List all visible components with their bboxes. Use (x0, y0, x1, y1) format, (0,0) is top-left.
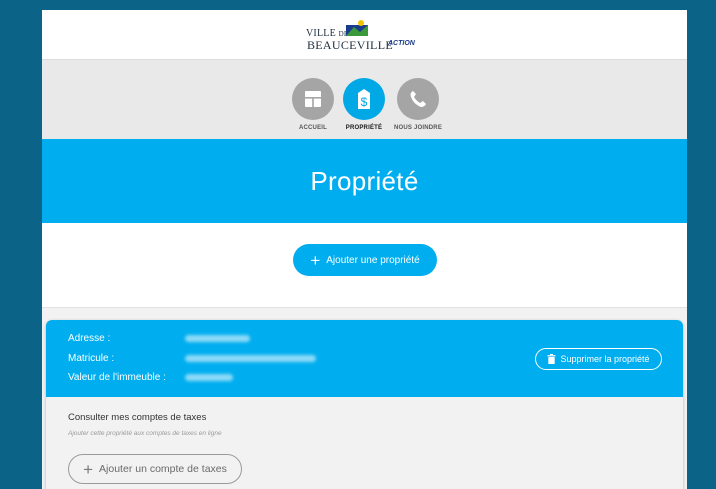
matricule-value-redacted (185, 355, 316, 362)
plus-icon: + (83, 459, 94, 479)
address-label: Adresse : (68, 333, 111, 344)
nav-label-nous-joindre: NOUS JOINDRE (393, 125, 443, 131)
beauceville-logo[interactable]: VILLE DE BEAUCEVILLE ACTION (306, 17, 426, 53)
main-section: + Ajouter une propriété (42, 223, 687, 308)
matricule-label: Matricule : (68, 353, 115, 364)
logo-emblem-icon (346, 20, 368, 36)
building-value-label: Valeur de l'immeuble : (68, 372, 166, 383)
properties-section: Adresse : Matricule : Valeur de l'immeub… (42, 308, 687, 489)
page-banner: Propriété (42, 139, 687, 223)
delete-property-label: Supprimer la propriété (560, 354, 650, 364)
property-card: Adresse : Matricule : Valeur de l'immeub… (46, 320, 683, 489)
add-tax-account-button[interactable]: + Ajouter un compte de taxes (68, 454, 242, 484)
property-info-panel: Adresse : Matricule : Valeur de l'immeub… (46, 320, 683, 397)
app-frame: VILLE DE BEAUCEVILLE ACTION ACCUEIL $ PR… (42, 10, 687, 489)
building-value-redacted (185, 374, 233, 381)
tax-accounts-hint: Ajouter cette propriété aux comptes de t… (68, 430, 222, 437)
main-nav: ACCUEIL $ PROPRIÉTÉ NOUS JOINDRE (42, 60, 687, 139)
plus-icon: + (310, 250, 321, 270)
nav-item-nous-joindre[interactable]: NOUS JOINDRE (383, 78, 453, 131)
site-header: VILLE DE BEAUCEVILLE ACTION (42, 10, 687, 60)
dollar-tag-icon: $ (343, 78, 385, 120)
trash-icon (547, 354, 556, 364)
phone-icon (397, 78, 439, 120)
tax-accounts-panel: Consulter mes comptes de taxes Ajouter c… (46, 397, 683, 489)
logo-name-text: BEAUCEVILLE (307, 38, 393, 52)
delete-property-button[interactable]: Supprimer la propriété (535, 348, 662, 370)
tax-accounts-title: Consulter mes comptes de taxes (68, 412, 207, 423)
logo-tagline: ACTION (388, 40, 415, 47)
address-value-redacted (185, 335, 250, 342)
add-property-button[interactable]: + Ajouter une propriété (293, 244, 437, 276)
add-tax-account-label: Ajouter un compte de taxes (99, 463, 227, 475)
home-icon (292, 78, 334, 120)
page-title: Propriété (310, 165, 419, 196)
svg-text:$: $ (361, 95, 368, 109)
add-property-label: Ajouter une propriété (326, 254, 420, 266)
